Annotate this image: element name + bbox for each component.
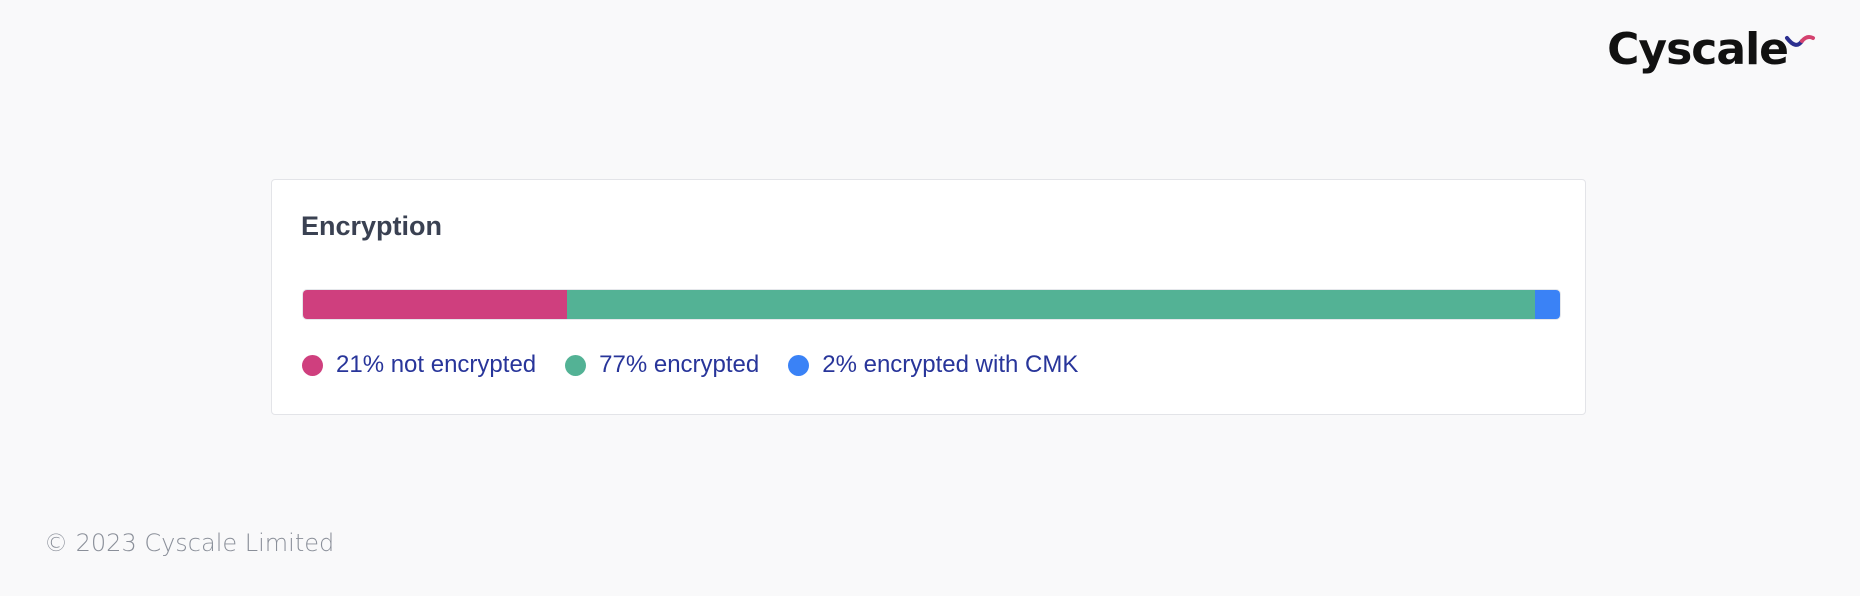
legend-dot-icon (302, 354, 323, 376)
encryption-card: Encryption 21% not encrypted 77% encrypt… (271, 179, 1586, 415)
encryption-legend: 21% not encrypted 77% encrypted 2% encry… (302, 351, 1107, 379)
segment-encrypted-cmk[interactable] (1534, 290, 1560, 319)
legend-label: 21% not encrypted (336, 351, 537, 378)
card-title: Encryption (301, 211, 443, 241)
segment-encrypted[interactable] (566, 290, 1535, 319)
copyright-footer: © 2023 Cyscale Limited (44, 529, 335, 557)
segment-not-encrypted[interactable] (303, 290, 567, 319)
logo-mark-icon (1785, 35, 1815, 47)
brand-logo: Cyscale (1607, 28, 1816, 72)
legend-dot-icon (565, 354, 587, 376)
brand-name: Cyscale (1607, 24, 1789, 75)
legend-item-not-encrypted: 21% not encrypted (302, 351, 536, 379)
legend-item-encrypted-cmk: 2% encrypted with CMK (788, 351, 1078, 379)
legend-dot-icon (788, 354, 810, 376)
legend-item-encrypted: 77% encrypted (565, 351, 759, 379)
encryption-stacked-bar (302, 289, 1561, 320)
legend-label: 77% encrypted (599, 351, 760, 378)
legend-label: 2% encrypted with CMK (822, 351, 1079, 378)
